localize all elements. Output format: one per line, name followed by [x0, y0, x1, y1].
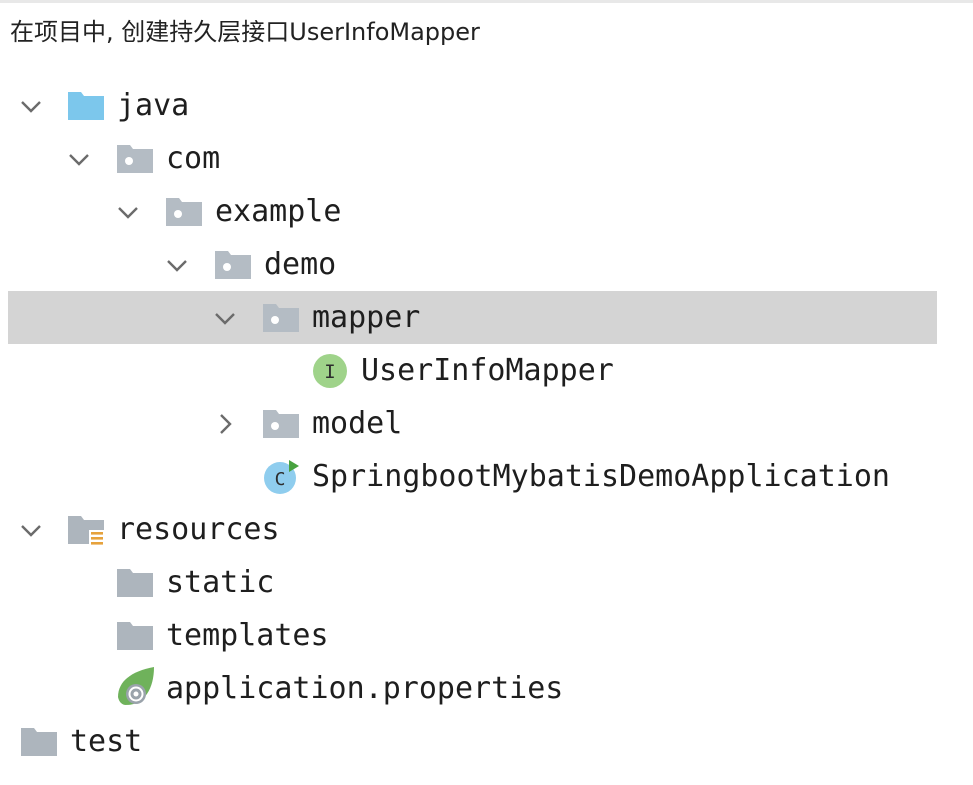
tree-node-label: com: [166, 141, 221, 176]
spring-boot-class-icon: C: [262, 459, 300, 495]
resources-folder-icon: [67, 512, 105, 548]
tree-node-resources[interactable]: resources: [0, 503, 937, 556]
tree-node-label: mapper: [312, 300, 421, 335]
tree-node-label: application.properties: [166, 671, 564, 706]
source-folder-icon: [67, 88, 105, 124]
chevron-down-icon[interactable]: [115, 199, 141, 225]
chevron-down-icon[interactable]: [164, 252, 190, 278]
chevron-right-icon[interactable]: [212, 411, 238, 437]
tree-node-user-info-mapper[interactable]: I UserInfoMapper: [0, 344, 937, 397]
folder-icon: [116, 565, 154, 601]
tree-node-label: static: [166, 565, 275, 600]
chevron-down-icon[interactable]: [66, 146, 92, 172]
folder-icon: [116, 618, 154, 654]
tree-node-label: UserInfoMapper: [361, 353, 614, 388]
tree-node-label: SpringbootMybatisDemoApplication: [312, 459, 890, 494]
tree-node-label: example: [215, 194, 342, 229]
tree-node-templates[interactable]: templates: [0, 609, 937, 662]
package-icon: [116, 141, 154, 177]
tree-node-label: demo: [264, 247, 337, 282]
tree-node-label: resources: [117, 512, 280, 547]
tree-node-com[interactable]: com: [0, 132, 937, 185]
chevron-down-icon[interactable]: [18, 517, 44, 543]
page-title: 在项目中, 创建持久层接口UserInfoMapper: [10, 18, 480, 46]
tree-node-model[interactable]: model: [0, 397, 937, 450]
tree-node-java[interactable]: java: [0, 79, 937, 132]
interface-icon: I: [311, 353, 349, 389]
tree-node-demo[interactable]: demo: [0, 238, 937, 291]
tree-node-example[interactable]: example: [0, 185, 937, 238]
tree-node-label: model: [312, 406, 403, 441]
tree-node-test[interactable]: test: [0, 715, 937, 768]
tree-node-label: java: [117, 88, 190, 123]
spring-properties-icon: [114, 667, 154, 707]
folder-icon: [20, 724, 58, 760]
tree-node-static[interactable]: static: [0, 556, 937, 609]
tree-node-mapper[interactable]: mapper: [8, 291, 937, 344]
project-tree[interactable]: java com example demo mapper I UserInfoM…: [0, 79, 973, 768]
tree-node-label: test: [70, 724, 143, 759]
chevron-down-icon[interactable]: [18, 93, 44, 119]
tree-node-label: templates: [166, 618, 329, 653]
tree-node-application-class[interactable]: C SpringbootMybatisDemoApplication: [0, 450, 937, 503]
package-icon: [165, 194, 203, 230]
package-icon: [262, 300, 300, 336]
interface-badge-letter: I: [324, 361, 335, 383]
top-divider: [0, 0, 973, 3]
chevron-down-icon[interactable]: [212, 305, 238, 331]
class-badge-letter: C: [275, 469, 286, 490]
package-icon: [214, 247, 252, 283]
tree-node-application-properties[interactable]: application.properties: [0, 662, 937, 715]
package-icon: [262, 406, 300, 442]
